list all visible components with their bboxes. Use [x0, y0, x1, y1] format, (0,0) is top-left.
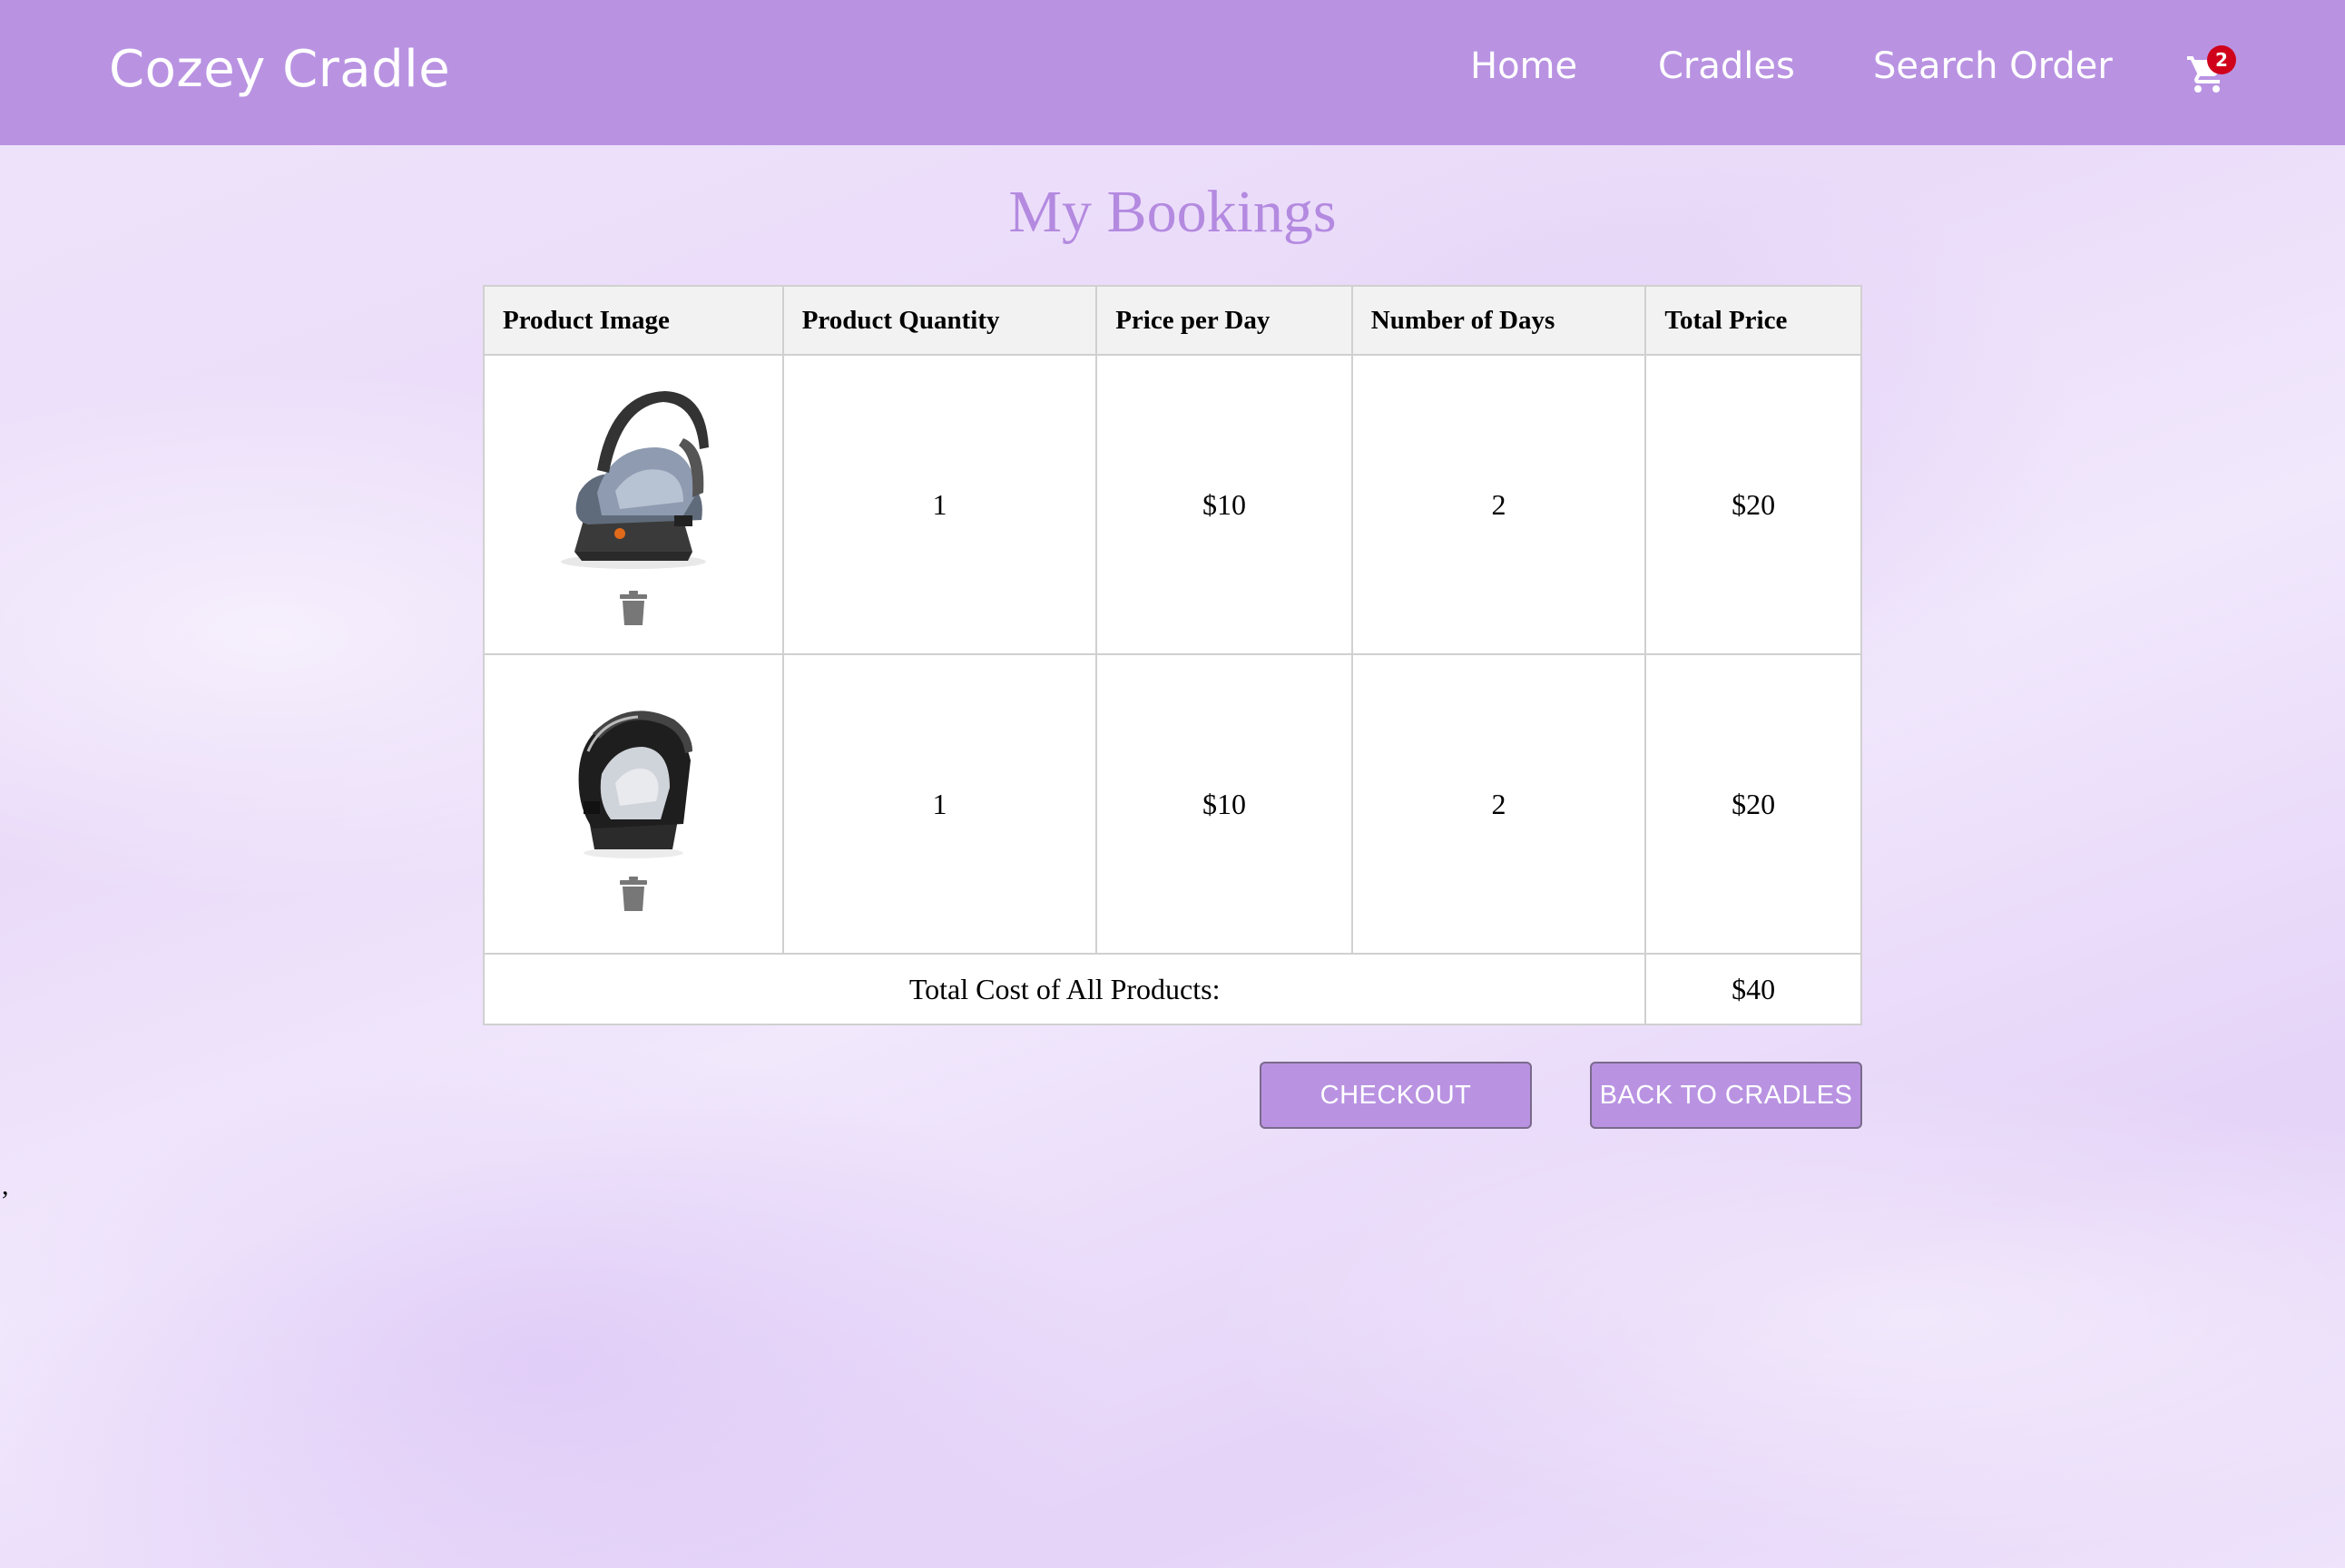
- header-price-per-day: Price per Day: [1095, 285, 1353, 356]
- price-per-day-cell: $10: [1095, 354, 1353, 655]
- header-product-image: Product Image: [483, 285, 784, 356]
- trash-icon[interactable]: [619, 877, 647, 911]
- back-to-cradles-button[interactable]: BACK TO CRADLES: [1590, 1062, 1862, 1129]
- product-image-cell: [483, 653, 784, 955]
- brand-logo[interactable]: Cozey Cradle: [109, 40, 450, 99]
- nav-cradles-link[interactable]: Cradles: [1658, 45, 1795, 87]
- total-row: Total Cost of All Products: $40: [482, 953, 1862, 1025]
- nav-home-link[interactable]: Home: [1470, 45, 1577, 87]
- price-per-day-cell: $10: [1095, 653, 1353, 955]
- product-image-cell: [483, 354, 784, 655]
- quantity-cell: 1: [781, 653, 1098, 955]
- nav-search-order-link[interactable]: Search Order: [1873, 45, 2113, 87]
- trash-icon[interactable]: [619, 591, 647, 625]
- row-total-cell: $20: [1644, 354, 1862, 655]
- header-number-of-days: Number of Days: [1350, 285, 1647, 356]
- table-row: 1 $10 2 $20: [483, 653, 1862, 955]
- stray-comma-text: ,: [2, 1171, 9, 1200]
- infant-car-seat-gray-icon: [560, 391, 709, 569]
- days-cell: 2: [1350, 354, 1647, 655]
- bookings-table: Product Image Product Quantity Price per…: [482, 285, 1862, 1025]
- quantity-cell: 1: [781, 354, 1098, 655]
- cart-count-badge: 2: [2207, 45, 2236, 74]
- header-total-price: Total Price: [1644, 285, 1862, 356]
- page-title: My Bookings: [1008, 179, 1337, 245]
- total-cost-value: $40: [1644, 953, 1862, 1025]
- table-header-row: Product Image Product Quantity Price per…: [483, 285, 1862, 356]
- days-cell: 2: [1350, 653, 1647, 955]
- total-cost-label: Total Cost of All Products:: [482, 953, 1647, 1025]
- table-row: 1 $10 2 $20: [483, 354, 1862, 655]
- header-product-quantity: Product Quantity: [781, 285, 1098, 356]
- infant-car-seat-black-icon: [578, 710, 692, 858]
- top-navbar: Cozey Cradle Home Cradles Search Order 2: [0, 0, 2345, 145]
- checkout-button[interactable]: CHECKOUT: [1260, 1062, 1532, 1129]
- row-total-cell: $20: [1644, 653, 1862, 955]
